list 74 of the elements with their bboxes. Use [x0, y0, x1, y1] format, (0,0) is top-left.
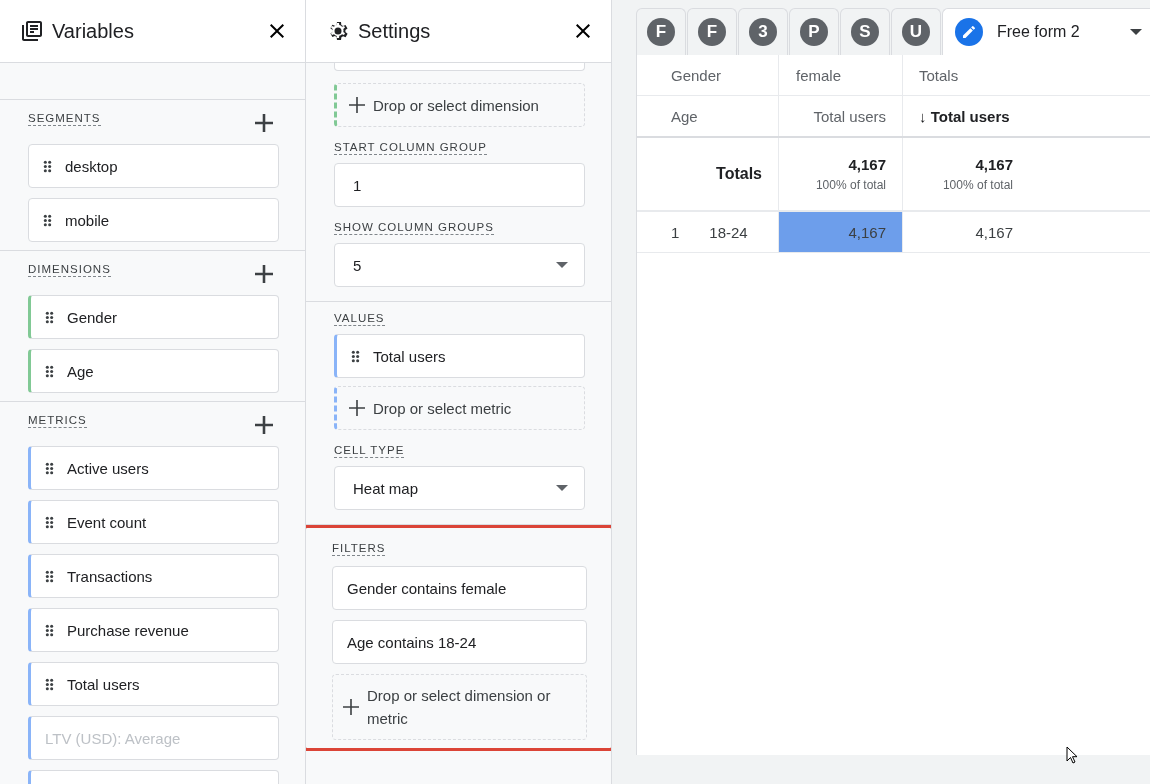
table-cell: 4,167 [848, 156, 886, 173]
variable-chip[interactable]: Purchase revenue [28, 608, 279, 652]
caret-icon [556, 485, 568, 491]
pencil-icon [955, 18, 983, 46]
caret-icon [556, 262, 568, 268]
section-label: VALUES [334, 312, 385, 326]
drag-handle-icon[interactable] [351, 349, 360, 363]
variable-chip[interactable]: mobile [28, 198, 279, 242]
table-cell-text: 4,167 [974, 222, 1013, 243]
add-button[interactable] [255, 416, 273, 434]
variables-icon [20, 19, 44, 43]
section-label: METRICS [28, 414, 87, 428]
row-number: 1 [671, 223, 680, 241]
drag-handle-icon[interactable] [43, 159, 52, 173]
drag-handle-icon[interactable] [45, 677, 54, 691]
variable-chip[interactable]: Active users [28, 446, 279, 490]
plus-icon [255, 265, 273, 283]
filter-chip[interactable]: Gender contains female [332, 566, 587, 610]
field-label: CELL TYPE [334, 444, 405, 458]
plus-icon [255, 416, 273, 434]
drag-handle-icon[interactable] [45, 364, 54, 378]
variable-chip[interactable]: Gender [28, 295, 279, 339]
field-label: SHOW COLUMN GROUPS [334, 221, 494, 235]
variable-chip[interactable]: Total users [334, 334, 585, 378]
variable-chip[interactable]: Age [28, 349, 279, 393]
panel-title: Settings [358, 19, 432, 43]
drag-handle-icon[interactable] [45, 515, 54, 529]
drag-handle-icon[interactable] [45, 310, 54, 324]
variable-chip[interactable]: Event count [28, 500, 279, 544]
input-field[interactable]: 1 [334, 163, 585, 207]
filter-chip[interactable]: Age contains 18-24 [332, 620, 587, 664]
table-cell: 100% of total [815, 178, 886, 192]
column-header[interactable]: ↓ Total users [903, 96, 1013, 136]
table-cell: 4,167 [778, 212, 903, 252]
column-header[interactable]: Age [637, 96, 778, 136]
table-cell: Totals [716, 165, 762, 183]
add-button[interactable] [255, 114, 273, 132]
plus-icon [255, 114, 273, 132]
drag-handle-icon[interactable] [45, 461, 54, 475]
drag-handle-icon[interactable] [45, 569, 54, 583]
tab[interactable]: F [687, 8, 737, 55]
panel-title: Variables [52, 19, 135, 43]
drop-zone[interactable]: Drop or select metric [334, 386, 585, 430]
plus-icon [349, 400, 365, 416]
table-cell: 18-24 [709, 223, 748, 241]
drag-handle-icon[interactable] [45, 623, 54, 637]
variable-chip[interactable]: desktop [28, 144, 279, 188]
tab[interactable]: Free form 2 [942, 8, 1150, 55]
column-header[interactable]: Totals [903, 55, 1013, 95]
tab[interactable]: S [840, 8, 890, 55]
column-header[interactable]: Gender [637, 55, 778, 95]
add-button[interactable] [255, 265, 273, 283]
drop-zone[interactable]: Drop or select dimension [334, 83, 585, 127]
caret-icon [1130, 29, 1142, 35]
plus-icon [349, 97, 365, 113]
drop-zone[interactable]: Drop or select dimension or metric [332, 674, 587, 740]
field-label: START COLUMN GROUP [334, 141, 487, 155]
column-header[interactable]: female [778, 55, 903, 95]
tab[interactable]: P [789, 8, 839, 55]
section-label: FILTERS [332, 542, 386, 556]
drag-handle-icon[interactable] [43, 213, 52, 227]
dropdown[interactable]: Heat map [334, 466, 585, 510]
tab[interactable]: F [636, 8, 686, 55]
dropdown[interactable]: 5 [334, 243, 585, 287]
tab[interactable]: U [891, 8, 941, 55]
section-label: SEGMENTS [28, 112, 101, 126]
column-header[interactable]: Total users [778, 96, 903, 136]
tab[interactable]: 3 [738, 8, 788, 55]
table-cell: 100% of total [942, 178, 1013, 192]
section-label: DIMENSIONS [28, 263, 111, 277]
variable-chip[interactable]: Transactions [28, 554, 279, 598]
table-cell: 4,167 [975, 156, 1013, 173]
plus-icon [343, 699, 359, 715]
variable-chip[interactable]: Total users [28, 662, 279, 706]
